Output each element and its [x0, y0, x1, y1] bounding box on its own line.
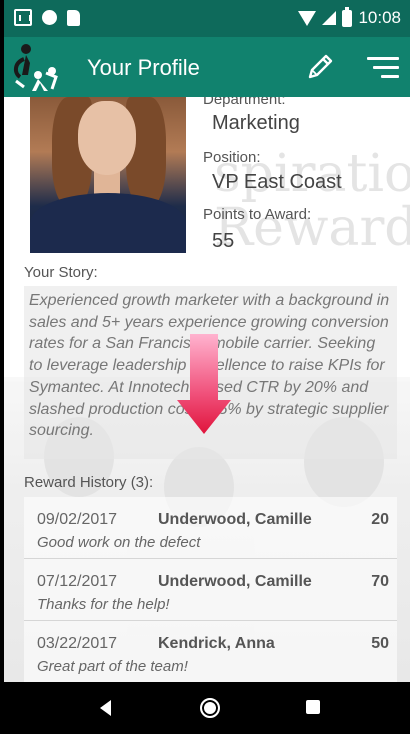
- reward-row[interactable]: 09/02/2017 Underwood, Camille 20 Good wo…: [24, 497, 397, 558]
- reward-giver: Underwood, Camille: [158, 573, 312, 590]
- profile-content[interactable]: spiration Rewards Department: Marketing …: [4, 97, 410, 682]
- story-label: Your Story:: [24, 264, 98, 281]
- sd-card-icon: [67, 9, 80, 26]
- department-value: Marketing: [212, 112, 300, 134]
- phone-screen: 10:08 Your Profile spiratio Reward Depar…: [4, 0, 410, 734]
- circle-icon: [42, 10, 57, 25]
- reward-note: Great part of the team!: [37, 658, 188, 675]
- status-bar: 10:08: [4, 0, 410, 37]
- scroll-arrow-icon: [177, 334, 231, 434]
- reward-points: 50: [371, 635, 389, 652]
- points-value: 55: [212, 230, 235, 252]
- reward-date: 03/22/2017: [37, 635, 118, 652]
- recent-apps-icon[interactable]: [306, 700, 320, 714]
- position-value: VP East Coast: [212, 171, 342, 193]
- page-title: Your Profile: [87, 55, 200, 80]
- profile-photo: [30, 97, 186, 253]
- signal-icon: [322, 11, 337, 25]
- reward-note: Good work on the defect: [37, 534, 201, 551]
- reward-points: 20: [371, 511, 389, 528]
- position-label: Position:: [203, 149, 261, 166]
- status-time: 10:08: [358, 8, 401, 27]
- reward-giver: Kendrick, Anna: [158, 635, 275, 652]
- reward-date: 09/02/2017: [37, 511, 118, 528]
- reward-note: Thanks for the help!: [37, 596, 170, 613]
- navigation-bar: [4, 682, 410, 734]
- reward-history-list: 09/02/2017 Underwood, Camille 20 Good wo…: [24, 497, 397, 682]
- reward-row[interactable]: 03/22/2017 Kendrick, Anna 50 Great part …: [24, 620, 397, 682]
- battery-icon: [342, 6, 353, 27]
- gallery-icon: [14, 9, 32, 26]
- back-icon[interactable]: [100, 700, 111, 716]
- reward-history-label: Reward History (3):: [24, 474, 154, 491]
- home-icon[interactable]: [200, 698, 220, 718]
- wifi-icon: [298, 10, 317, 26]
- reward-date: 07/12/2017: [37, 573, 118, 590]
- reward-row[interactable]: 07/12/2017 Underwood, Camille 70 Thanks …: [24, 558, 397, 620]
- app-bar: Your Profile: [4, 37, 410, 97]
- reward-giver: Underwood, Camille: [158, 511, 312, 528]
- points-label: Points to Award:: [203, 206, 312, 223]
- menu-icon[interactable]: [367, 57, 399, 79]
- pencil-icon[interactable]: [304, 51, 336, 83]
- department-label: Department:: [203, 97, 286, 108]
- reward-points: 70: [371, 573, 389, 590]
- app-logo-icon: [13, 44, 58, 91]
